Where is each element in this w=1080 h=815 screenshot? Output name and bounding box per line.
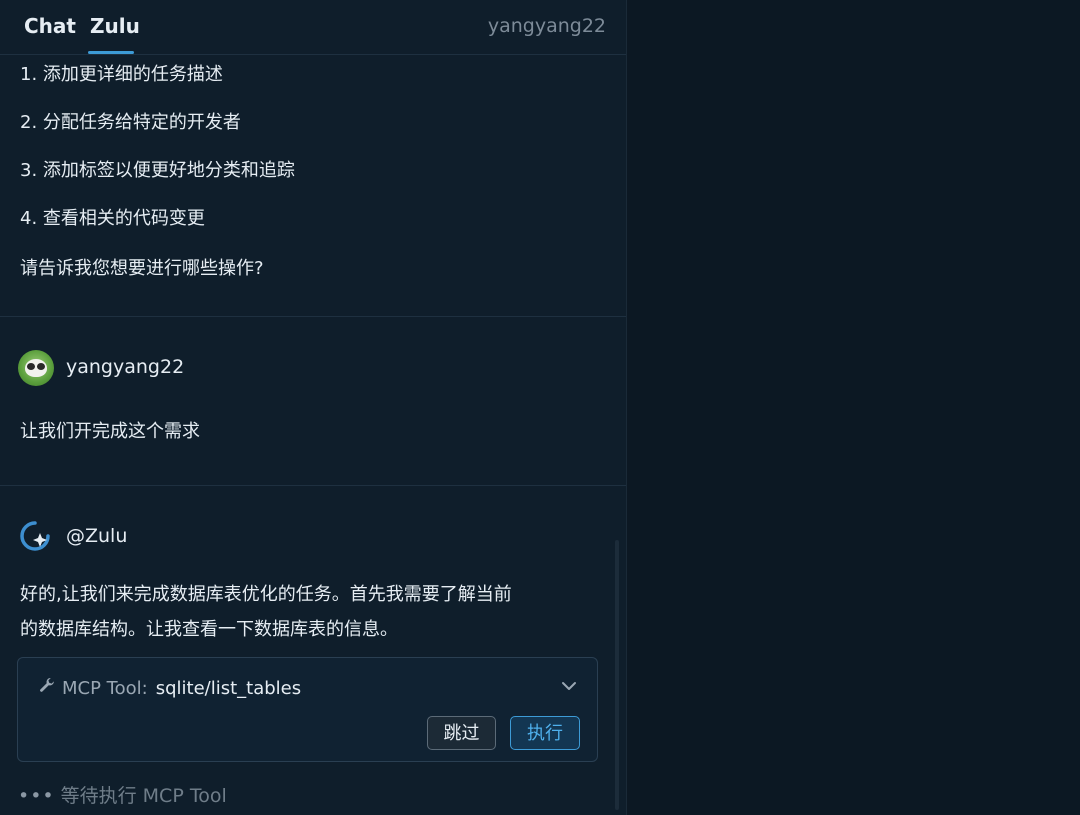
tab-zulu[interactable]: Zulu	[90, 14, 140, 38]
message-divider	[0, 485, 626, 486]
chevron-down-icon[interactable]	[559, 676, 579, 696]
skip-button[interactable]: 跳过	[427, 716, 496, 750]
mcp-tool-card: MCP Tool: sqlite/list_tables 跳过 执行	[17, 657, 598, 762]
message-line: 1. 添加更详细的任务描述	[20, 64, 223, 85]
empty-background-area	[627, 0, 1080, 815]
message-line: 请告诉我您想要进行哪些操作?	[20, 258, 264, 279]
tool-label: MCP Tool:	[62, 678, 148, 699]
header-username[interactable]: yangyang22	[488, 15, 606, 37]
chat-panel: Chat Zulu yangyang22 1. 添加更详细的任务描述 2. 分配…	[0, 0, 627, 815]
message-line: 3. 添加标签以便更好地分类和追踪	[20, 160, 295, 181]
ellipsis-icon: •••	[18, 785, 55, 807]
tool-header: MCP Tool: sqlite/list_tables	[38, 676, 301, 699]
active-tab-indicator	[88, 51, 134, 54]
message-line: 的数据库结构。让我查看一下数据库表的信息。	[20, 619, 398, 640]
message-line: 2. 分配任务给特定的开发者	[20, 112, 241, 133]
assistant-name: @Zulu	[66, 525, 128, 547]
status-text: 等待执行 MCP Tool	[60, 785, 227, 807]
user-message-text: 让我们开完成这个需求	[20, 421, 200, 442]
tool-name: sqlite/list_tables	[155, 678, 302, 699]
user-avatar	[18, 350, 54, 386]
zulu-logo-icon	[20, 521, 50, 551]
message-divider	[0, 316, 626, 317]
tab-chat[interactable]: Chat	[24, 14, 76, 38]
message-username: yangyang22	[66, 356, 185, 378]
wrench-icon	[38, 676, 56, 699]
tool-status: ••• 等待执行 MCP Tool	[18, 781, 227, 808]
scrollbar[interactable]	[615, 540, 619, 810]
run-button[interactable]: 执行	[510, 716, 580, 750]
message-line: 4. 查看相关的代码变更	[20, 208, 205, 229]
chat-header: Chat Zulu yangyang22	[0, 0, 626, 55]
message-line: 好的,让我们来完成数据库表优化的任务。首先我需要了解当前	[20, 584, 512, 605]
